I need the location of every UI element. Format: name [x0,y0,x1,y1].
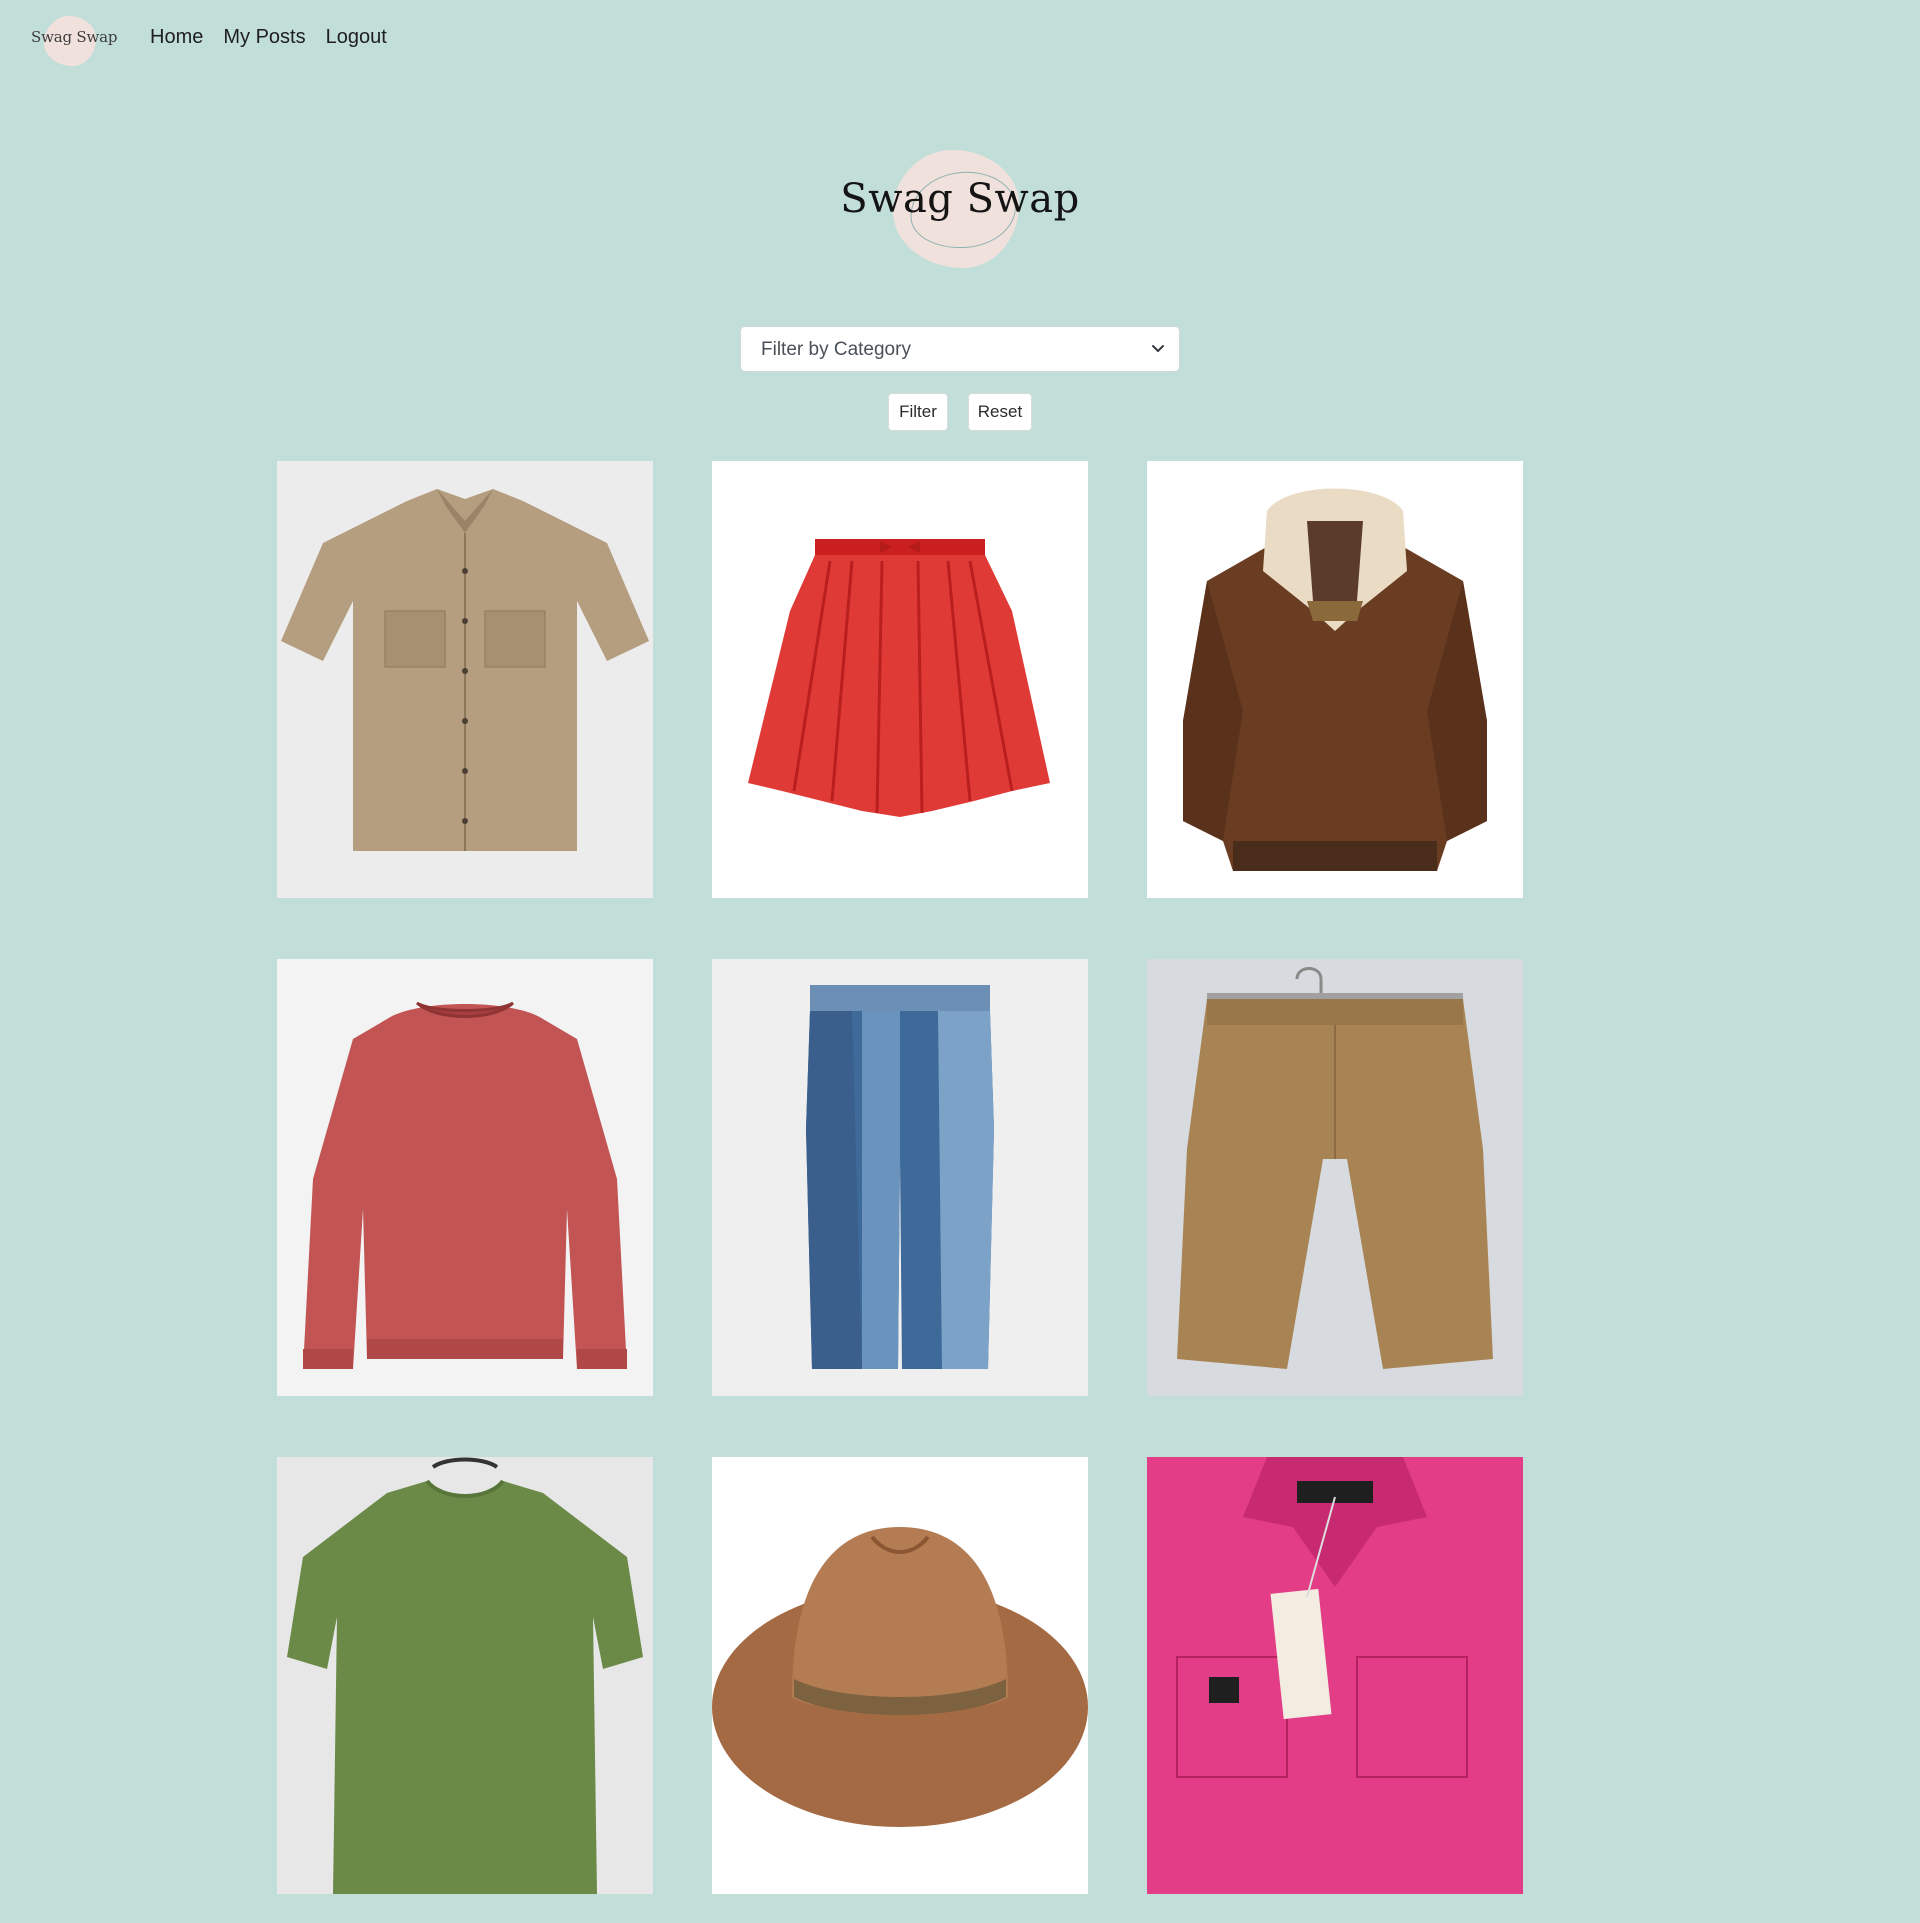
brand-logo-text: Swag Swap [31,28,118,46]
brown-felt-hat-image [712,1457,1088,1894]
post-card[interactable] [1147,1457,1523,1894]
khaki-linen-pants-image [1147,959,1523,1396]
red-long-sleeve-sweater-image [277,959,653,1396]
category-filter-select[interactable]: Filter by Category [740,326,1180,372]
page-title: Swag Swap [840,176,1080,222]
top-navbar: Swag Swap Home My Posts Logout [0,0,1920,80]
filter-button[interactable]: Filter [888,393,948,431]
chevron-down-icon [1152,345,1164,352]
nav-link-my-posts[interactable]: My Posts [223,26,305,49]
post-card[interactable] [1147,461,1523,898]
post-card[interactable] [1147,959,1523,1396]
post-card[interactable] [712,959,1088,1396]
hero-logo: Swag Swap [0,146,1920,272]
nav-link-home[interactable]: Home [150,26,203,49]
brand-logo[interactable]: Swag Swap [28,14,124,66]
pink-overshirt-image [1147,1457,1523,1894]
post-card[interactable] [277,1457,653,1894]
brown-leather-bomber-jacket-image [1147,461,1523,898]
nav-links: Home My Posts Logout [150,26,387,49]
olive-green-tshirt-image [277,1457,653,1894]
post-card[interactable] [277,959,653,1396]
post-card[interactable] [277,461,653,898]
nav-link-logout[interactable]: Logout [326,26,387,49]
tan-short-sleeve-shirt-image [277,461,653,898]
reset-button[interactable]: Reset [968,393,1032,431]
two-tone-denim-jeans-image [712,959,1088,1396]
category-filter-value: Filter by Category [761,339,911,360]
post-card[interactable] [712,1457,1088,1894]
red-skirt-image [712,461,1088,898]
post-card[interactable] [712,461,1088,898]
